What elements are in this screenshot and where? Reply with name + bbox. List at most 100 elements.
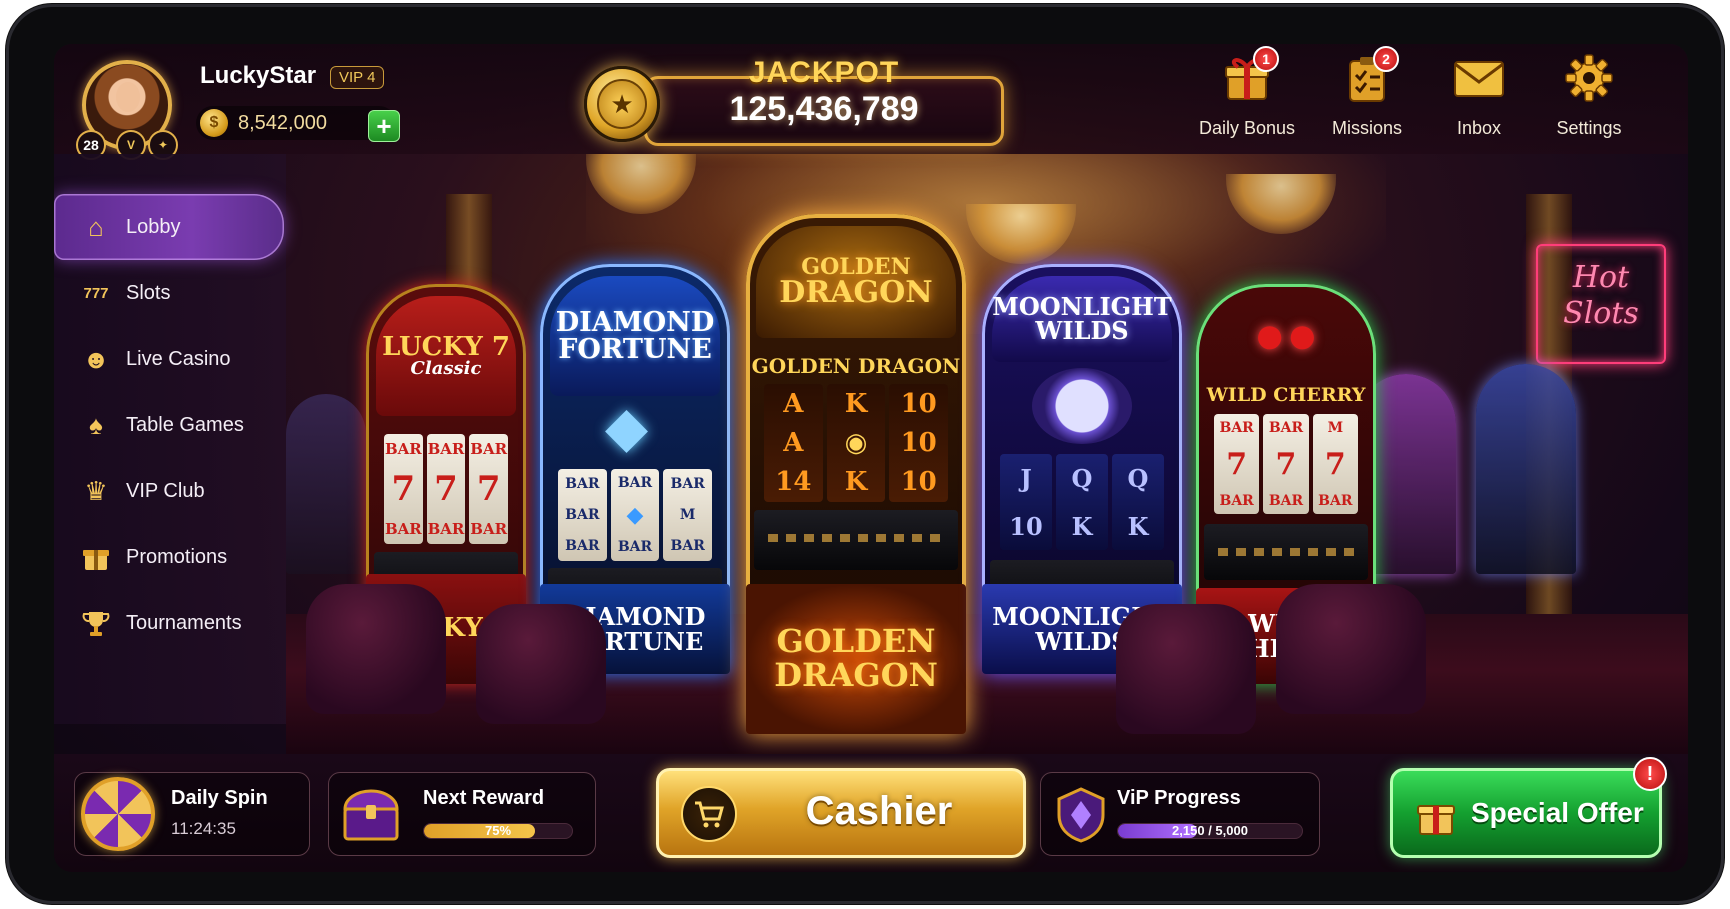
- sidebar-item-label: Tournaments: [126, 611, 242, 634]
- cart-icon: [681, 786, 737, 842]
- reel-symbol: BAR: [670, 537, 705, 554]
- envelope-icon: [1451, 50, 1507, 106]
- machine-title-line-2: DRAGON: [779, 275, 933, 310]
- clipboard-icon: 2: [1339, 46, 1399, 106]
- reel-symbol: BAR: [1268, 492, 1304, 509]
- machine-reels: J 10 QK QK: [1000, 454, 1164, 550]
- vip-shield-icon: [1053, 785, 1109, 845]
- username: LuckyStar: [200, 62, 317, 89]
- sidebar-item-table-games[interactable]: ♠ Table Games: [54, 392, 282, 458]
- progress-text: 75%: [484, 823, 512, 838]
- machine-title-line-2: FORTUNE: [558, 334, 712, 365]
- gift-icon: 1: [1219, 46, 1279, 106]
- notification-badge: 2: [1373, 46, 1399, 72]
- missions-button[interactable]: 2 Missions: [1312, 46, 1422, 150]
- reel-symbol: BAR: [617, 474, 653, 491]
- vip-progress-bar: 2,150 / 5,000: [1117, 823, 1303, 839]
- machine-subtitle: GOLDEN DRAGON: [751, 354, 961, 378]
- reel-symbol: ◆: [626, 501, 644, 528]
- sidebar-item-live-casino[interactable]: ☻ Live Casino: [54, 326, 282, 392]
- cards-icon: ♠: [89, 409, 103, 440]
- reel-symbol: BAR: [565, 537, 600, 554]
- daily-bonus-label: Daily Bonus: [1198, 118, 1296, 138]
- reel: QK: [1112, 454, 1164, 550]
- sidebar-item-label: Live Casino: [126, 347, 231, 370]
- machine-subtitle: WILD CHERRY: [1206, 384, 1366, 406]
- reel: BAR 7 BAR: [426, 434, 466, 544]
- reel-symbol: Q: [1071, 463, 1093, 493]
- machine-title: DIAMOND FORTUNE: [550, 276, 720, 396]
- reel: BAR BAR BAR: [558, 469, 607, 561]
- cashier-button[interactable]: Cashier: [656, 768, 1026, 858]
- machine-title-line-1: LUCKY 7: [382, 332, 510, 362]
- reel-symbol: A: [783, 427, 804, 458]
- sidebar-item-lobby[interactable]: ⌂ Lobby: [54, 194, 284, 260]
- sidebar-item-vip-club[interactable]: ♛ VIP Club: [54, 458, 282, 524]
- reel-symbol: BAR: [427, 520, 465, 539]
- machine-title: GOLDEN DRAGON: [756, 226, 956, 338]
- diamond-icon: ◆: [605, 395, 649, 458]
- reel-symbol: 10: [1009, 511, 1043, 541]
- daily-bonus-button[interactable]: 1 Daily Bonus: [1192, 46, 1302, 150]
- vip-progress-card[interactable]: ViP Progress 2,150 / 5,000: [1040, 772, 1320, 856]
- reel: 10 10 10: [889, 384, 949, 502]
- gift-icon: [1409, 789, 1463, 843]
- reel-symbol: M: [679, 506, 696, 523]
- sidebar-item-label: Lobby: [126, 215, 181, 238]
- next-reward-card[interactable]: Next Reward 75%: [328, 772, 596, 856]
- reel-symbol: K: [1127, 511, 1149, 541]
- reel: BAR ◆ BAR: [610, 469, 660, 561]
- reel-symbol: 7: [1226, 446, 1248, 482]
- progress-text: 2,150 / 5,000: [1172, 823, 1248, 838]
- neon-sign-line-2: Slots: [1563, 296, 1639, 331]
- avatar-face: [116, 82, 140, 112]
- reel-symbol: 7: [476, 468, 501, 509]
- sidebar-item-tournaments[interactable]: Tournaments: [54, 590, 282, 656]
- reel-symbol: BAR: [565, 476, 600, 493]
- coin-face: ★: [597, 79, 647, 129]
- reel-symbol: 14: [775, 467, 812, 498]
- background-slot-machine: [286, 394, 366, 574]
- daily-spin-title: Daily Spin: [171, 787, 268, 809]
- crown-icon: ♛: [84, 475, 108, 506]
- alert-badge: !: [1633, 757, 1667, 791]
- reel-symbol: BAR: [1219, 492, 1254, 509]
- reel: A A 14: [764, 384, 823, 502]
- sidebar-item-label: Slots: [126, 281, 171, 304]
- add-coins-button[interactable]: +: [368, 110, 400, 142]
- casino-chair: [1276, 584, 1426, 714]
- slot-machine-golden-dragon[interactable]: GOLDEN DRAGON GOLDEN DRAGON A A 14 K ◉ K 10 10…: [746, 214, 966, 734]
- reel-symbol: BAR: [384, 439, 422, 458]
- coin-balance: $ 8,542,000: [196, 106, 396, 140]
- inbox-button[interactable]: Inbox: [1424, 50, 1534, 150]
- sidebar-item-label: Table Games: [126, 413, 244, 436]
- settings-label: Settings: [1556, 118, 1622, 138]
- dealer-icon: ☻: [82, 343, 110, 374]
- settings-button[interactable]: Settings: [1534, 50, 1644, 150]
- gift-icon: [78, 539, 114, 575]
- casino-chair: [1116, 604, 1256, 734]
- special-offer-label: Special Offer: [1471, 797, 1644, 828]
- sidebar-item-slots[interactable]: 777 Slots: [54, 260, 282, 326]
- coin-amount: 8,542,000: [238, 112, 327, 134]
- jackpot-amount: 125,436,789: [729, 90, 919, 128]
- player-profile[interactable]: 28 V ✦ LuckyStar VIP 4 $ 8,542,000 +: [60, 50, 400, 160]
- machine-reels: BAR BAR BAR BAR ◆ BAR BAR M BAR: [558, 469, 713, 561]
- special-offer-button[interactable]: Special Offer !: [1390, 757, 1667, 858]
- vip-progress-title: ViP Progress: [1117, 787, 1241, 809]
- cashier-label: Cashier: [805, 789, 953, 833]
- reel-symbol: BAR: [1318, 492, 1353, 509]
- slot-reels-icon: 777: [83, 284, 109, 302]
- reel: J 10: [1000, 454, 1052, 550]
- dragon-emblem: GOLDEN DRAGON: [779, 256, 932, 308]
- treasure-chest-icon: [339, 783, 403, 845]
- sidebar-item-promotions[interactable]: Promotions: [54, 524, 282, 590]
- jackpot-label: JACKPOT: [748, 56, 900, 89]
- reel-symbol: BAR: [1219, 419, 1254, 436]
- reel-symbol: BAR: [565, 506, 600, 523]
- daily-spin-card[interactable]: Daily Spin 11:24:35: [74, 772, 310, 856]
- machine-base-label: GOLDEN DRAGON: [746, 584, 966, 734]
- hot-slots-neon-sign: Hot Slots: [1536, 244, 1666, 364]
- reel-symbol: 10: [900, 467, 937, 498]
- reel-symbol: BAR: [470, 520, 508, 539]
